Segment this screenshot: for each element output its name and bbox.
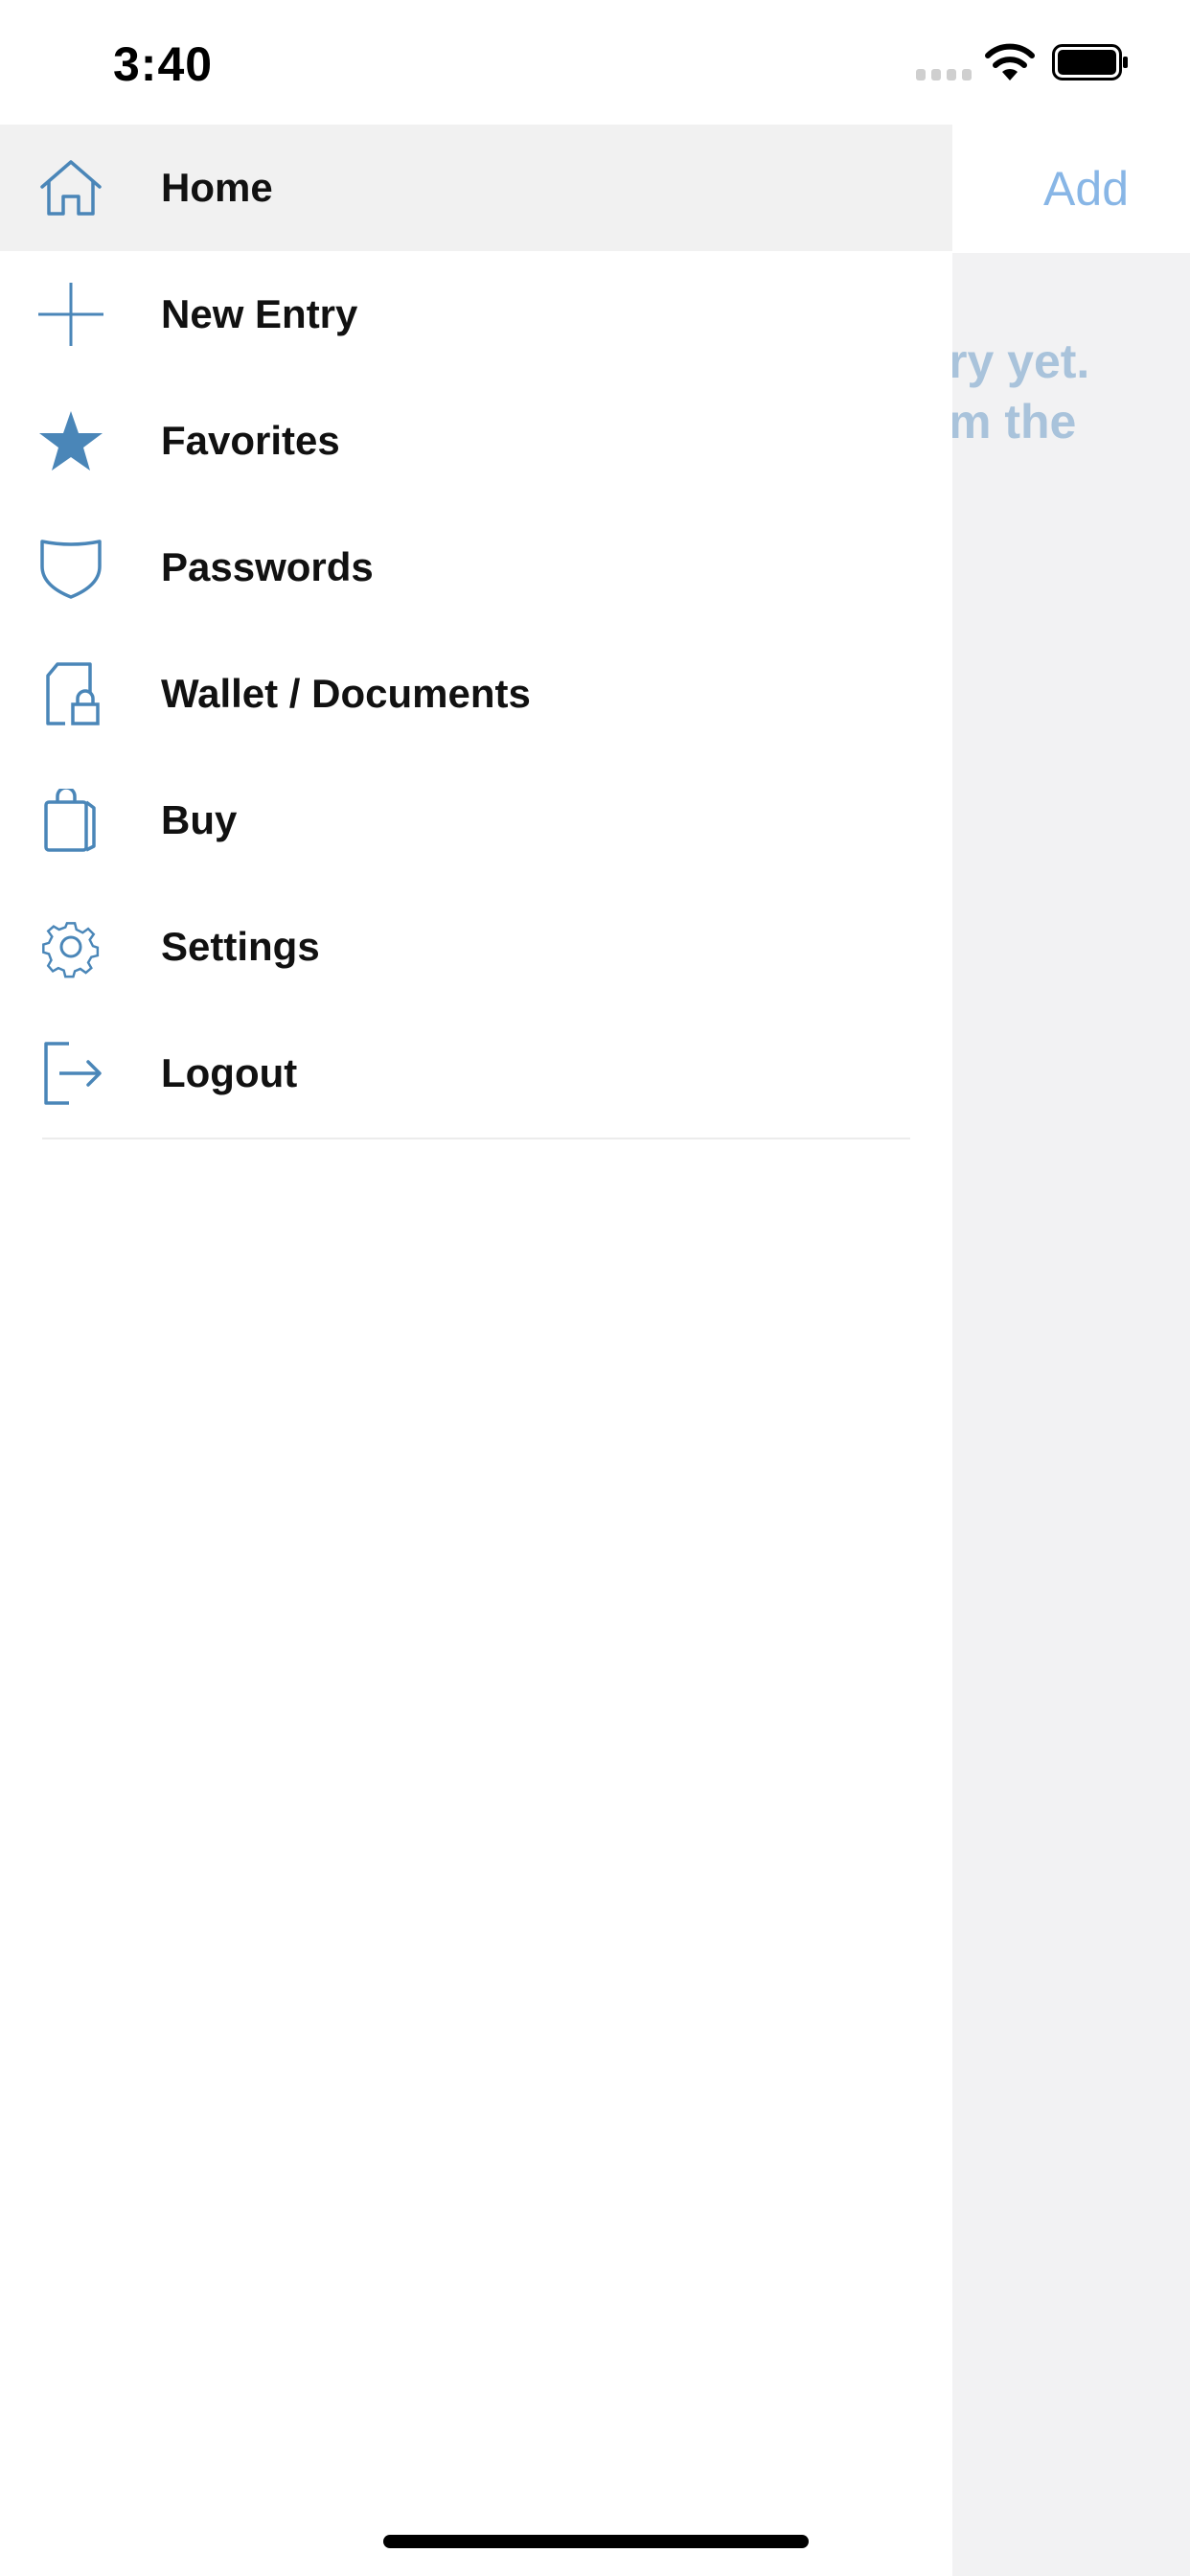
menu-item-home[interactable]: Home [0, 125, 952, 251]
menu-label-wallet-documents: Wallet / Documents [161, 671, 531, 716]
menu-label-favorites: Favorites [161, 418, 340, 463]
home-icon [40, 160, 102, 216]
empty-state-line-2: m the [949, 395, 1077, 448]
menu-item-logout[interactable]: Logout [0, 1010, 952, 1137]
menu-item-passwords[interactable]: Passwords [0, 504, 952, 631]
menu-item-buy[interactable]: Buy [0, 757, 952, 884]
add-button[interactable]: Add [1043, 161, 1129, 217]
menu-item-favorites[interactable]: Favorites [0, 378, 952, 504]
menu-item-new-entry[interactable]: New Entry [0, 251, 952, 378]
cellular-signal-icon [916, 69, 972, 80]
empty-state-text: ry yet. m the [949, 332, 1089, 452]
star-icon [39, 411, 103, 471]
gear-icon [42, 922, 100, 978]
menu-label-buy: Buy [161, 797, 238, 842]
menu-label-home: Home [161, 165, 273, 210]
menu-item-settings[interactable]: Settings [0, 884, 952, 1010]
shield-icon [40, 540, 102, 599]
side-menu-drawer: Home New Entry Favorites Passwords Walle… [0, 125, 952, 2576]
menu-label-passwords: Passwords [161, 544, 374, 589]
status-bar: 3:40 [0, 0, 1190, 125]
menu-divider [42, 1138, 910, 1139]
document-lock-icon [46, 662, 100, 725]
wifi-icon [985, 43, 1035, 80]
menu-label-new-entry: New Entry [161, 291, 358, 336]
status-time: 3:40 [113, 37, 214, 91]
battery-icon [1052, 44, 1128, 80]
menu-label-settings: Settings [161, 924, 320, 969]
home-indicator[interactable] [383, 2535, 809, 2548]
logout-icon [44, 1042, 102, 1105]
app-screen: 3:40 Add ry yet. m the Home New Entry Fa… [0, 0, 1190, 2576]
shopping-bag-icon [44, 789, 96, 852]
plus-icon [38, 283, 103, 346]
menu-item-wallet-documents[interactable]: Wallet / Documents [0, 631, 952, 757]
menu-label-logout: Logout [161, 1050, 298, 1095]
empty-state-line-1: ry yet. [949, 334, 1090, 388]
